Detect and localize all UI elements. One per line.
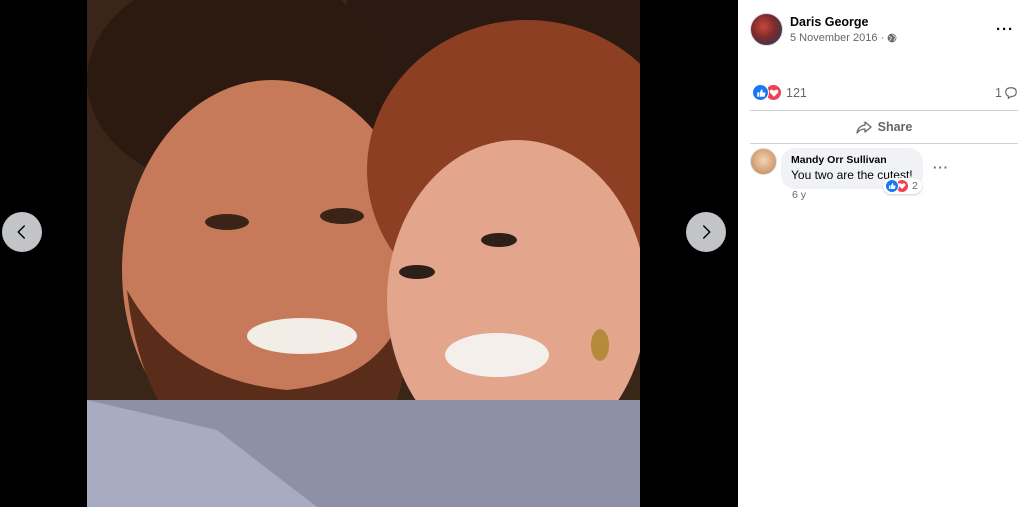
globe-icon	[887, 33, 897, 43]
post-photo	[87, 0, 640, 507]
meta-separator: ·	[880, 32, 885, 44]
share-button[interactable]: Share	[750, 113, 1018, 141]
previous-photo-button[interactable]	[2, 212, 42, 252]
commenter-avatar[interactable]	[750, 148, 777, 175]
post-details-panel: Daris George 5 November 2016 · ··· 121 1	[738, 0, 1024, 507]
chevron-right-icon	[703, 225, 711, 239]
divider	[750, 143, 1018, 144]
post-options-button[interactable]: ···	[996, 21, 1014, 38]
comment-options-button[interactable]: ···	[933, 160, 949, 175]
comment-time[interactable]: 6 y	[792, 189, 806, 201]
commenter-name[interactable]: Mandy Orr Sullivan	[791, 153, 913, 167]
share-icon	[855, 121, 872, 134]
divider	[750, 110, 1018, 111]
comment-reactions[interactable]: 2	[883, 178, 922, 194]
author-name[interactable]: Daris George	[790, 15, 869, 29]
next-photo-button[interactable]	[686, 212, 726, 252]
like-icon	[885, 179, 899, 193]
comment-icon	[1005, 87, 1017, 100]
like-icon	[752, 84, 769, 101]
comment-reaction-count: 2	[912, 180, 918, 192]
comment-count[interactable]: 1	[995, 86, 1018, 100]
author-avatar[interactable]	[750, 13, 783, 46]
photo-viewer	[0, 0, 738, 507]
share-label: Share	[877, 120, 913, 134]
post-date[interactable]: 5 November 2016	[790, 32, 877, 44]
reaction-count: 121	[786, 85, 807, 100]
comment-count-value: 1	[995, 86, 1002, 100]
post-meta: 5 November 2016 ·	[790, 32, 897, 44]
post-header: Daris George 5 November 2016 · ···	[750, 13, 1020, 49]
chevron-left-icon	[17, 225, 25, 239]
reaction-summary[interactable]: 121	[752, 84, 807, 101]
